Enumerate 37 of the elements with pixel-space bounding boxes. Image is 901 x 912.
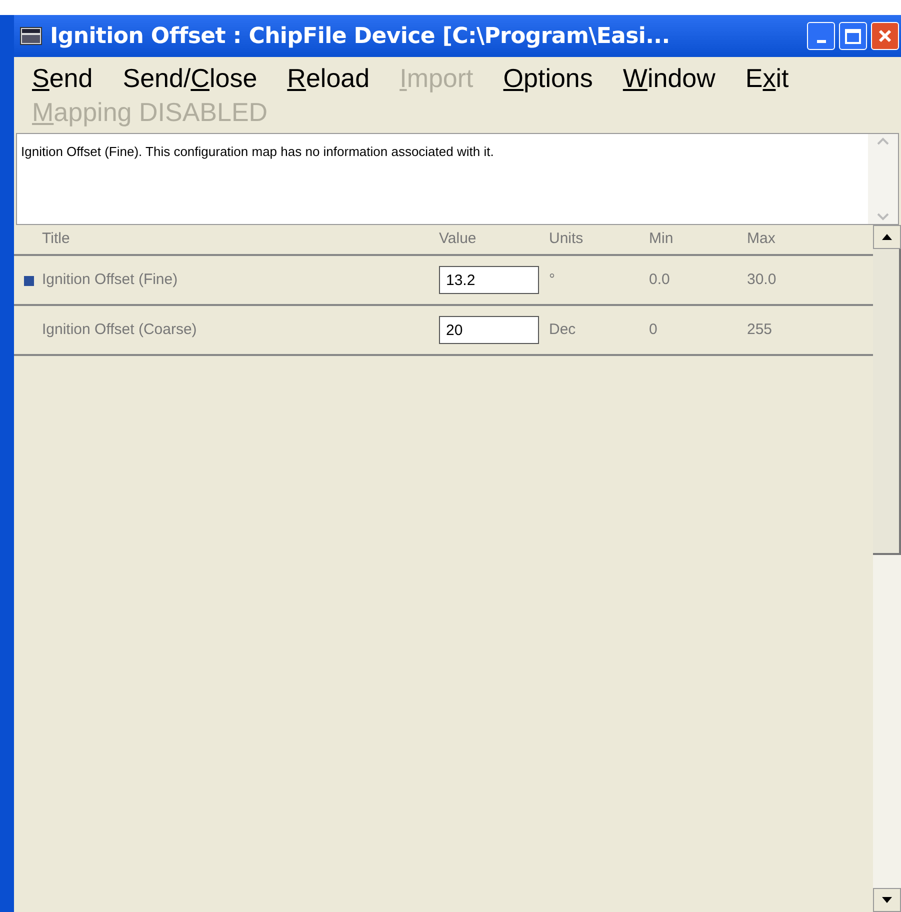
table-cell-text: 255	[747, 320, 774, 340]
table-cell-text: °	[549, 270, 556, 290]
down-arrow-icon	[882, 897, 892, 903]
table-cell-text: 30.0	[747, 270, 778, 290]
column-header: Units	[549, 229, 584, 250]
scroll-up-button[interactable]	[873, 225, 901, 249]
table-cell-text: Ignition Offset (Coarse)	[41, 320, 198, 340]
close-button[interactable]	[871, 22, 899, 50]
menu-item[interactable]: Send	[32, 61, 93, 95]
minimize-button[interactable]	[807, 22, 835, 50]
up-arrow-icon	[882, 234, 892, 240]
table-cell-text: 0.0	[649, 270, 671, 290]
maximize-button[interactable]	[839, 22, 867, 50]
menu-item[interactable]: Options	[503, 61, 593, 95]
menu-item[interactable]: Exit	[745, 61, 789, 95]
value-field[interactable]: 13.2	[439, 266, 539, 294]
column-header: Min	[649, 229, 674, 250]
menu-item[interactable]: Send/Close	[122, 61, 258, 95]
menu-item[interactable]: Reload	[287, 61, 370, 95]
value-field[interactable]: 20	[439, 316, 539, 344]
scroll-up-icon	[876, 136, 890, 146]
table-row[interactable]: Ignition Offset (Fine) 13.2 ° 0.0 30.0	[14, 256, 873, 306]
description-text: Ignition Offset (Fine). This configuration map has no information associated with it.	[20, 143, 495, 161]
column-header: Value	[439, 229, 478, 250]
app-icon	[20, 27, 42, 45]
table-row[interactable]: Ignition Offset (Coarse) 20 Dec 0 255	[14, 306, 873, 356]
table-cell-text: Dec	[549, 320, 577, 340]
scroll-down-icon	[876, 212, 890, 222]
scroll-down-button[interactable]	[873, 888, 901, 912]
close-icon	[877, 28, 893, 44]
column-header: Title	[41, 229, 71, 250]
window-title: Ignition Offset : ChipFile Device [C:\Program\Easi...	[50, 22, 670, 50]
table-cell-text: Ignition Offset (Fine)	[41, 270, 179, 290]
menu-item[interactable]: Window	[622, 61, 716, 95]
scroll-thumb[interactable]	[873, 249, 901, 555]
table-cell-text: 0	[649, 320, 658, 340]
column-header: Max	[747, 229, 776, 250]
